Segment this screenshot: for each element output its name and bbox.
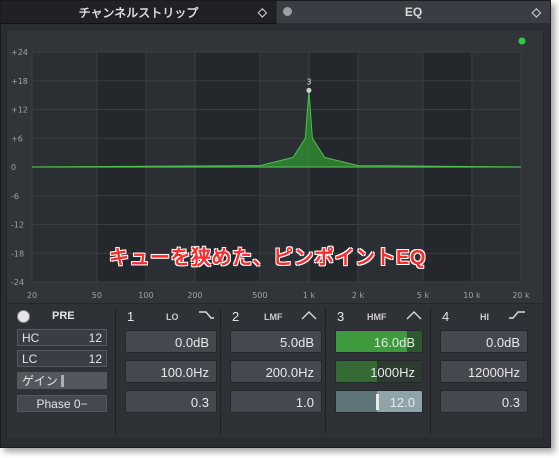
band-frequency-field[interactable]: 12000Hz: [440, 360, 528, 383]
band-frequency-value: 200.0Hz: [265, 365, 314, 380]
band-q-value: 12.0: [389, 395, 415, 410]
band-q-field[interactable]: 1.0: [230, 390, 322, 413]
band-frequency-field[interactable]: 1000Hz: [335, 360, 423, 383]
y-tick-label: +6: [11, 134, 23, 143]
low-shelf-icon[interactable]: [197, 308, 215, 322]
band-3: 3 HMF 16.0dB 1000Hz 12.0: [329, 304, 429, 438]
lc-control[interactable]: LC 12: [17, 350, 107, 367]
band-type-label: LO: [166, 312, 179, 322]
tab-eq[interactable]: EQ ◇: [277, 1, 550, 23]
band-gain-value: 5.0dB: [280, 335, 314, 350]
band-frequency-field[interactable]: 100.0Hz: [125, 360, 217, 383]
diamond-icon[interactable]: ◇: [532, 5, 541, 19]
band-number: 3: [337, 309, 345, 324]
tab-channel-strip[interactable]: チャンネルストリップ ◇: [1, 1, 276, 24]
band-3-handle-label: 3: [306, 77, 311, 86]
x-tick-label: 20 k: [512, 291, 530, 300]
x-tick-label: 10 k: [463, 291, 481, 300]
band-1: 1 LO 0.0dB 100.0Hz 0.3: [119, 304, 219, 438]
band-q-field[interactable]: 12.0: [335, 390, 423, 413]
lc-label: LC: [22, 352, 38, 366]
eq-controls: PRE HC 12 LC 12 ゲイン Phase 0− 1 LO 0.0dB …: [6, 303, 544, 439]
x-tick-label: 5 k: [417, 291, 430, 300]
band-2: 2 LMF 5.0dB 200.0Hz 1.0: [224, 304, 324, 438]
band-frequency-value: 1000Hz: [370, 365, 415, 380]
high-shelf-icon[interactable]: [508, 308, 526, 322]
y-tick-label: 0: [11, 163, 16, 172]
diamond-icon[interactable]: ◇: [258, 5, 267, 19]
band-3-handle: [306, 87, 312, 93]
y-tick-label: +12: [11, 106, 28, 115]
band-q-value: 0.3: [190, 395, 209, 410]
gain-slider[interactable]: ゲイン: [17, 372, 107, 389]
phase-label: Phase 0−: [36, 397, 88, 411]
q-slider-handle[interactable]: [375, 394, 379, 410]
y-tick-label: +24: [11, 48, 28, 57]
band-frequency-field[interactable]: 200.0Hz: [230, 360, 322, 383]
hc-slope-value: 12: [88, 331, 102, 345]
y-tick-label: -6: [11, 192, 19, 201]
x-tick-label: 500: [252, 291, 267, 300]
pre-label: PRE: [52, 310, 75, 322]
x-tick-label: 100: [138, 291, 153, 300]
eq-window: チャンネルストリップ ◇ EQ ◇ +24 +18 +12 +6 0 -6 -12 -18 -2…: [0, 0, 551, 448]
peak-icon[interactable]: [300, 308, 318, 322]
q-fill-bar: [336, 391, 378, 412]
band-q-value: 0.3: [501, 395, 520, 410]
band-type-label: HI: [480, 312, 489, 322]
band-gain-value: 0.0dB: [486, 335, 520, 350]
band-frequency-value: 100.0Hz: [160, 365, 209, 380]
y-tick-label: -18: [11, 249, 24, 258]
tab-eq-label: EQ: [404, 5, 423, 19]
band-number: 4: [442, 309, 450, 324]
band-gain-field[interactable]: 0.0dB: [440, 330, 528, 353]
lc-slope-value: 12: [88, 352, 102, 366]
eq-power-icon[interactable]: [283, 7, 292, 16]
band-q-field[interactable]: 0.3: [440, 390, 528, 413]
band-gain-field[interactable]: 16.0dB: [335, 330, 423, 353]
y-tick-label: -12: [11, 221, 24, 230]
x-tick-label: 1 k: [303, 291, 316, 300]
band-q-field[interactable]: 0.3: [125, 390, 217, 413]
pre-section: PRE HC 12 LC 12 ゲイン Phase 0−: [7, 304, 115, 438]
x-tick-label: 50: [92, 291, 102, 300]
peak-icon[interactable]: [405, 308, 423, 322]
band-frequency-value: 12000Hz: [467, 365, 520, 380]
x-tick-label: 200: [187, 291, 202, 300]
band-number: 2: [232, 309, 240, 324]
band-gain-field[interactable]: 0.0dB: [125, 330, 217, 353]
divider: [430, 308, 431, 434]
band-type-label: LMF: [264, 312, 283, 322]
gain-label: ゲイン: [22, 374, 58, 388]
y-tick-label: -24: [11, 278, 24, 287]
band-4: 4 HI 0.0dB 12000Hz 0.3: [434, 304, 534, 438]
band-gain-value: 0.0dB: [175, 335, 209, 350]
band-number: 1: [127, 309, 135, 324]
x-tick-label: 20: [27, 291, 37, 300]
band-type-label: HMF: [367, 312, 387, 322]
overlay-caption: キューを狭めた、ピンポイントEQ: [109, 247, 426, 269]
band-gain-value: 16.0dB: [373, 335, 415, 350]
x-tick-label: 2 k: [352, 291, 365, 300]
tab-channel-strip-label: チャンネルストリップ: [78, 5, 199, 20]
hc-control[interactable]: HC 12: [17, 329, 107, 346]
divider: [325, 308, 326, 434]
band-q-value: 1.0: [295, 395, 314, 410]
phase-button[interactable]: Phase 0−: [17, 395, 107, 412]
status-led-icon: [518, 37, 526, 45]
gain-slider-handle[interactable]: [61, 375, 64, 387]
band-gain-field[interactable]: 5.0dB: [230, 330, 322, 353]
hc-label: HC: [22, 331, 40, 345]
pre-toggle-button[interactable]: [17, 310, 30, 323]
divider: [115, 308, 116, 434]
y-tick-label: +18: [11, 77, 28, 86]
divider: [220, 308, 221, 434]
